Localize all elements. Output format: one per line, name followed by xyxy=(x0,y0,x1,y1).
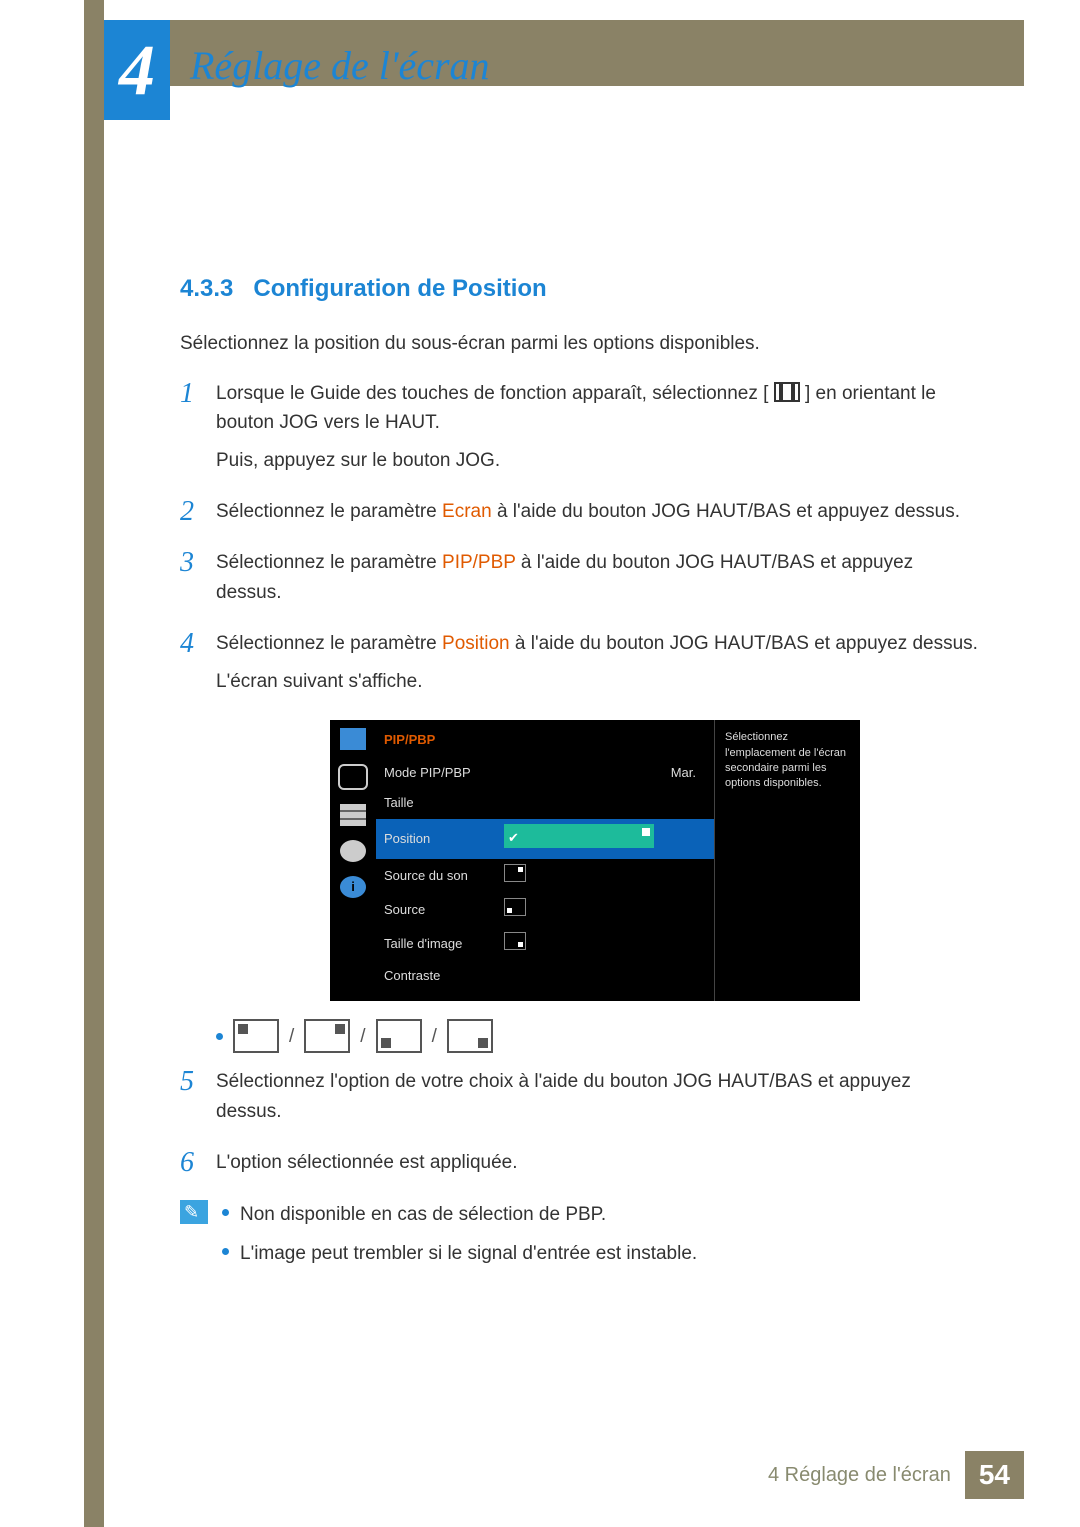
step-text: Sélectionnez l'option de votre choix à l… xyxy=(216,1067,980,1126)
info-icon: i xyxy=(340,876,366,898)
gear-icon xyxy=(340,840,366,862)
page-footer: 4 Réglage de l'écran 54 xyxy=(768,1451,1024,1499)
step-text: Lorsque le Guide des touches de fonction… xyxy=(216,383,768,404)
osd-row-position-selected: Position ✔ xyxy=(376,819,714,859)
position-bottom-right-icon xyxy=(447,1019,493,1053)
step-number: 3 xyxy=(180,548,216,615)
osd-row-mode: Mode PIP/PBP Mar. xyxy=(376,758,714,788)
step-number: 6 xyxy=(180,1148,216,1185)
step-3: 3 Sélectionnez le paramètre PIP/PBP à l'… xyxy=(180,548,980,615)
step-2: 2 Sélectionnez le paramètre Ecran à l'ai… xyxy=(180,497,980,534)
bullet-icon xyxy=(216,1033,223,1040)
step-5: 5 Sélectionnez l'option de votre choix à… xyxy=(180,1067,980,1134)
separator: / xyxy=(432,1022,437,1051)
osd-title: PIP/PBP xyxy=(376,730,714,758)
step-text: à l'aide du bouton JOG HAUT/BAS et appuy… xyxy=(515,633,978,654)
step-4: 4 Sélectionnez le paramètre Position à l… xyxy=(180,629,980,704)
step-number: 1 xyxy=(180,379,216,483)
osd-label: Taille xyxy=(384,793,504,813)
osd-row-source-son: Source du son xyxy=(376,859,714,893)
osd-label: Source du son xyxy=(384,866,504,886)
osd-main: PIP/PBP Mode PIP/PBP Mar. Taille Positio… xyxy=(376,720,714,1001)
osd-nav: i xyxy=(330,720,376,1001)
step-1: 1 Lorsque le Guide des touches de foncti… xyxy=(180,379,980,483)
notes: Non disponible en cas de sélection de PB… xyxy=(180,1200,980,1279)
step-text: Puis, appuyez sur le bouton JOG. xyxy=(216,446,980,475)
osd-label: Taille d'image xyxy=(384,934,504,954)
intro-text: Sélectionnez la position du sous-écran p… xyxy=(180,329,980,358)
note-item: L'image peut trembler si le signal d'ent… xyxy=(222,1239,980,1268)
side-stripe xyxy=(84,0,104,1527)
move-icon xyxy=(338,764,368,790)
footer-chapter: 4 Réglage de l'écran xyxy=(768,1464,951,1487)
menu-icon xyxy=(774,382,800,402)
footer-page-number: 54 xyxy=(965,1451,1024,1499)
osd-value: Mar. xyxy=(504,763,706,783)
step-number: 2 xyxy=(180,497,216,534)
list-icon xyxy=(340,804,366,826)
note-icon xyxy=(180,1200,208,1224)
osd-row-source: Source xyxy=(376,893,714,927)
highlight: Position xyxy=(442,633,510,654)
note-item: Non disponible en cas de sélection de PB… xyxy=(222,1200,980,1229)
step-text: à l'aide du bouton JOG HAUT/BAS et appuy… xyxy=(497,501,960,522)
osd-label: Source xyxy=(384,900,504,920)
osd-label: Mode PIP/PBP xyxy=(384,763,504,783)
osd-label: Contraste xyxy=(384,966,504,986)
osd-row-contraste: Contraste xyxy=(376,961,714,991)
step-text: Sélectionnez le paramètre xyxy=(216,633,442,654)
section-number: 4.3.3 xyxy=(180,275,233,302)
step-text: Sélectionnez le paramètre xyxy=(216,552,442,573)
position-options: / / / xyxy=(216,1019,980,1053)
step-text: L'option sélectionnée est appliquée. xyxy=(216,1148,980,1177)
osd-row-taille: Taille xyxy=(376,788,714,818)
highlight: PIP/PBP xyxy=(442,552,516,573)
step-text: Sélectionnez le paramètre xyxy=(216,501,442,522)
step-6: 6 L'option sélectionnée est appliquée. xyxy=(180,1148,980,1185)
osd-preview: ✔ xyxy=(504,824,654,848)
osd-preview-small xyxy=(504,898,526,916)
separator: / xyxy=(360,1022,365,1051)
osd-label: Position xyxy=(384,829,504,849)
osd-help: Sélectionnez l'emplacement de l'écran se… xyxy=(714,720,860,1001)
section-title: Configuration de Position xyxy=(253,275,546,302)
step-number: 5 xyxy=(180,1067,216,1134)
position-top-left-icon xyxy=(233,1019,279,1053)
separator: / xyxy=(289,1022,294,1051)
highlight: Ecran xyxy=(442,501,492,522)
section-heading: 4.3.3 Configuration de Position xyxy=(180,270,980,307)
manual-page: 4 Réglage de l'écran 4.3.3 Configuration… xyxy=(0,0,1080,1527)
chapter-number-badge: 4 xyxy=(104,20,170,120)
osd-preview-small xyxy=(504,864,526,882)
position-top-right-icon xyxy=(304,1019,350,1053)
osd-preview-small xyxy=(504,932,526,950)
osd-screenshot: i PIP/PBP Mode PIP/PBP Mar. Taille Posit… xyxy=(330,720,860,1001)
pip-indicator-icon xyxy=(642,828,650,836)
monitor-icon xyxy=(340,728,366,750)
step-number: 4 xyxy=(180,629,216,704)
osd-row-taille-image: Taille d'image xyxy=(376,927,714,961)
position-bottom-left-icon xyxy=(376,1019,422,1053)
content-area: 4.3.3 Configuration de Position Sélectio… xyxy=(180,270,980,1278)
chapter-title: Réglage de l'écran xyxy=(190,42,490,89)
step-text: L'écran suivant s'affiche. xyxy=(216,667,980,696)
